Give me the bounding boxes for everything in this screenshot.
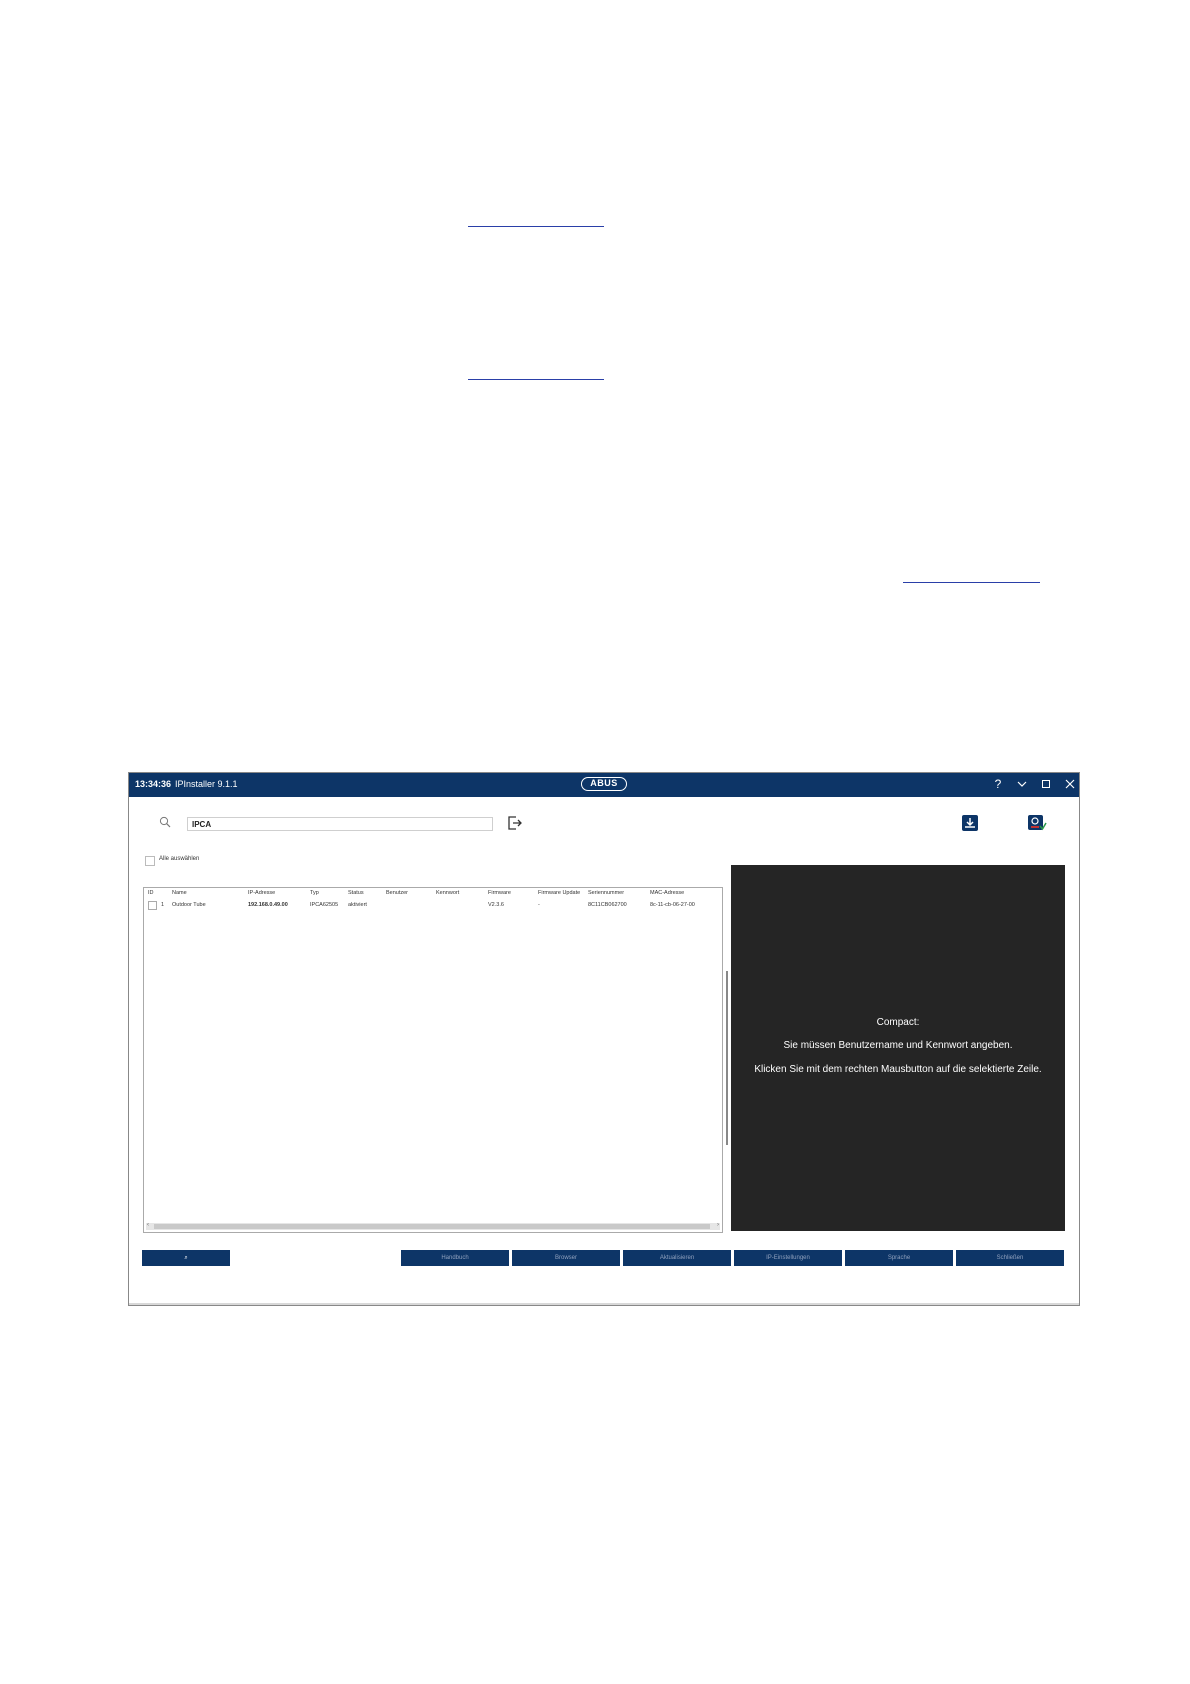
search-input[interactable]	[187, 817, 493, 831]
cell-firmware-update: -	[538, 902, 540, 908]
browser-button[interactable]: Browser	[512, 1250, 620, 1266]
table-header: ID Name IP-Adresse Typ Status Benutzer K…	[144, 890, 722, 900]
cell-name: Outdoor Tube	[172, 902, 206, 908]
cell-ip: 192.168.0.49.00	[248, 902, 288, 908]
maximize-icon	[1042, 780, 1050, 788]
cell-type: IPCA62505	[310, 902, 339, 908]
download-icon[interactable]	[961, 814, 979, 832]
cell-mac: 8c-11-cb-06-27-00	[650, 902, 695, 908]
vertical-splitter[interactable]	[726, 971, 728, 1145]
export-icon[interactable]	[507, 815, 523, 831]
column-header[interactable]: Seriennummer	[588, 890, 624, 896]
horizontal-scrollbar[interactable]: ‹ ›	[146, 1222, 720, 1230]
column-header[interactable]: Firmware	[488, 890, 511, 896]
scroll-thumb[interactable]	[154, 1224, 710, 1229]
select-all-label: Alle auswählen	[159, 856, 200, 862]
search-icon[interactable]	[159, 816, 171, 828]
close-button[interactable]	[1063, 776, 1077, 792]
column-header[interactable]: Status	[348, 890, 364, 896]
table-row[interactable]: 1 Outdoor Tube 192.168.0.49.00 IPCA62505…	[144, 901, 722, 912]
toolbar	[129, 811, 1079, 835]
ip-einstellungen-button[interactable]: IP-Einstellungen	[734, 1250, 842, 1266]
maximize-button[interactable]	[1039, 776, 1053, 792]
column-header[interactable]: MAC-Adresse	[650, 890, 684, 896]
cell-firmware: V2.3.6	[488, 902, 504, 908]
scroll-left-icon[interactable]: ‹	[147, 1222, 149, 1228]
minimize-button[interactable]	[1015, 776, 1029, 792]
title-time: 13:34:36	[135, 779, 172, 789]
title-bar: 13:34:36 IPInstaller 9.1.1 ABUS ?	[129, 773, 1079, 797]
column-header[interactable]: Name	[172, 890, 187, 896]
column-header[interactable]: Typ	[310, 890, 319, 896]
column-header[interactable]: IP-Adresse	[248, 890, 275, 896]
document-link-3[interactable]	[903, 582, 1040, 583]
document-link-1[interactable]	[468, 226, 604, 227]
row-checkbox[interactable]	[148, 901, 157, 910]
ipcam-icon[interactable]	[1027, 814, 1047, 832]
aktualisieren-button[interactable]: Aktualisieren	[623, 1250, 731, 1266]
column-header[interactable]: Benutzer	[386, 890, 408, 896]
scroll-right-icon[interactable]: ›	[717, 1222, 719, 1228]
chevron-down-icon	[1017, 781, 1027, 787]
handbuch-button[interactable]: Handbuch	[401, 1250, 509, 1266]
schliessen-button[interactable]: Schließen	[956, 1250, 1064, 1266]
column-header[interactable]: ID	[148, 890, 154, 896]
ipinstaller-window: 13:34:36 IPInstaller 9.1.1 ABUS ? IPCA A…	[128, 772, 1080, 1306]
help-button[interactable]: ?	[991, 776, 1005, 792]
preview-line-1: Compact:	[876, 1017, 920, 1028]
cell-status: aktiviert	[348, 902, 367, 908]
preview-line-2: Sie müssen Benutzername und Kennwort ang…	[783, 1040, 1013, 1051]
sprache-button[interactable]: Sprache	[845, 1250, 953, 1266]
preview-line-3: Klicken Sie mit dem rechten Mausbutton a…	[754, 1064, 1042, 1075]
cell-serial: 8C11CB062700	[588, 902, 627, 908]
column-header[interactable]: Firmware Update	[538, 890, 580, 896]
select-all-checkbox[interactable]	[145, 856, 155, 866]
column-header[interactable]: Kennwort	[436, 890, 459, 896]
device-table: ID Name IP-Adresse Typ Status Benutzer K…	[143, 887, 723, 1233]
search-button[interactable]: ⌕	[142, 1250, 230, 1266]
document-link-2[interactable]	[468, 379, 604, 380]
cell-id: 1	[161, 902, 165, 908]
bottom-border	[129, 1303, 1079, 1305]
close-icon	[1065, 779, 1075, 789]
abus-logo: ABUS	[581, 777, 627, 791]
app-title: IPInstaller 9.1.1	[175, 779, 238, 789]
preview-panel: Compact: Sie müssen Benutzername und Ken…	[731, 865, 1065, 1231]
